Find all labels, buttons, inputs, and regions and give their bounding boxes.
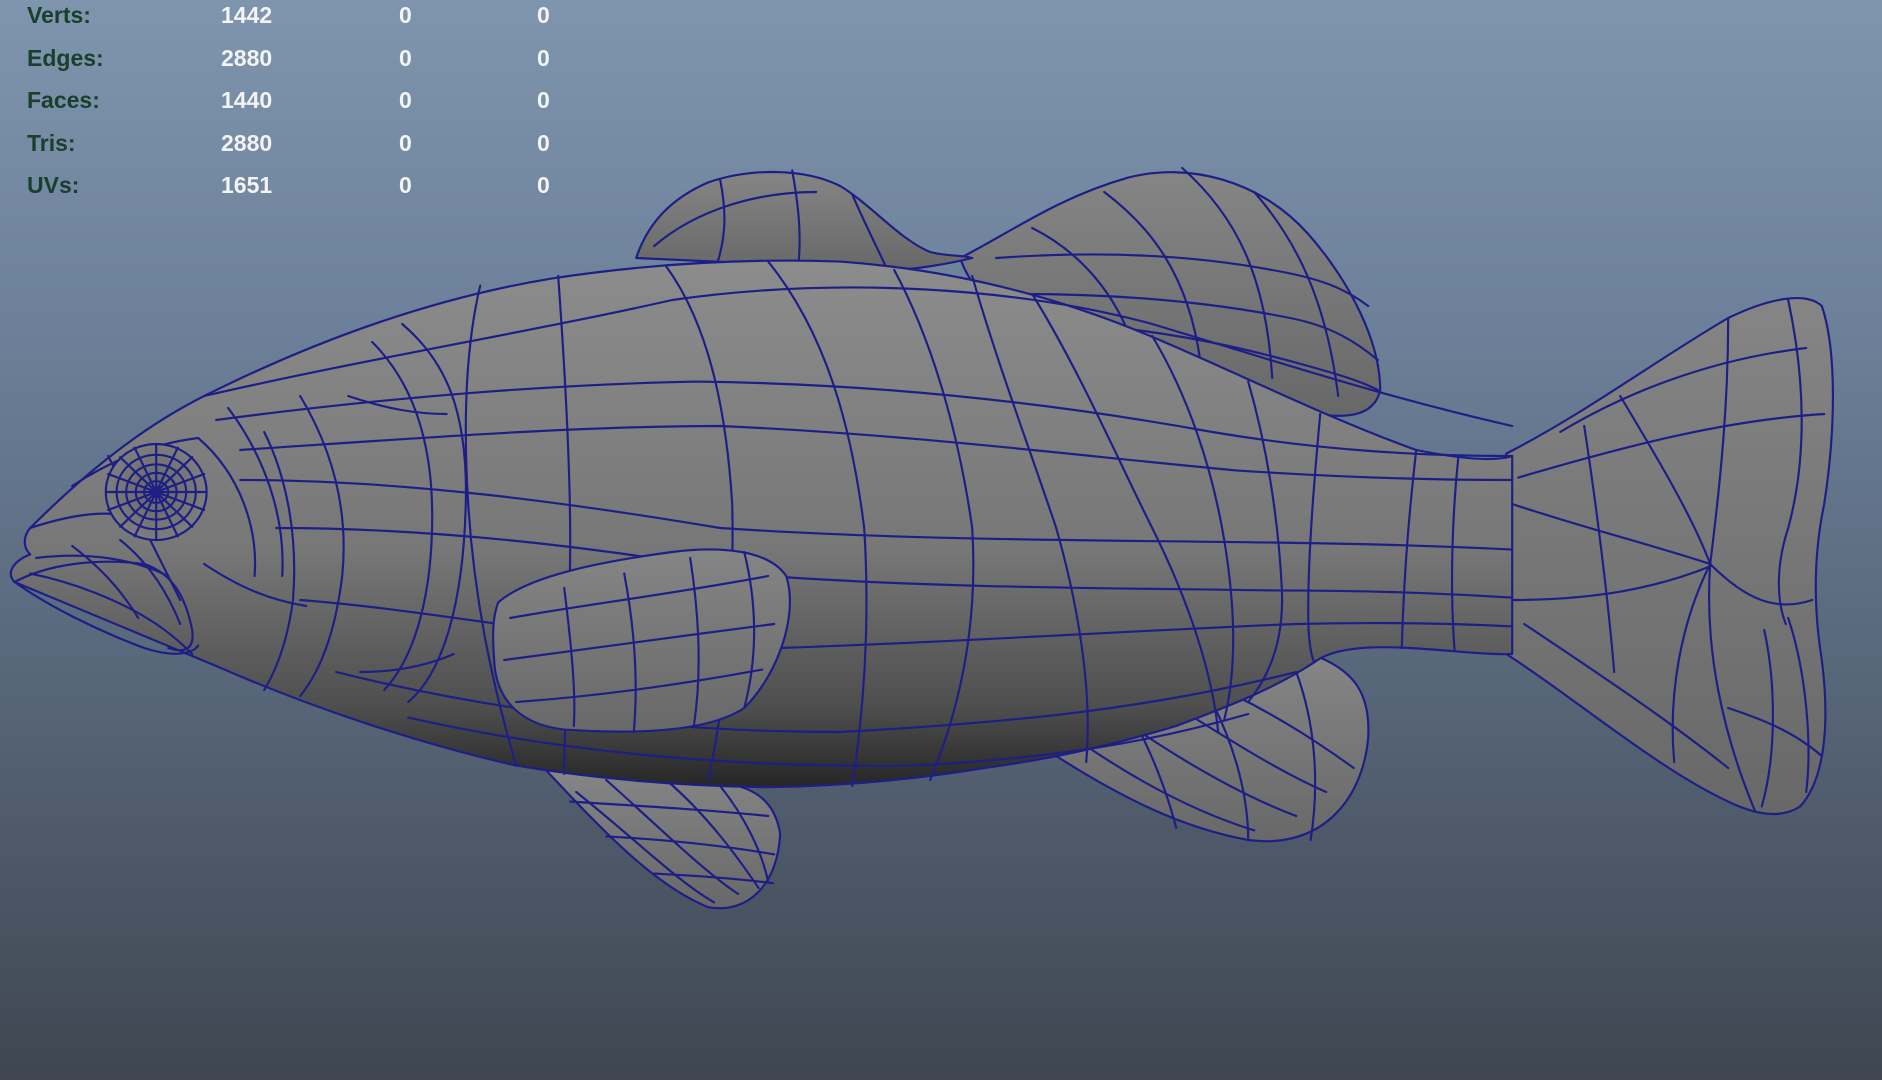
fish-mesh[interactable]	[0, 0, 1882, 1080]
hud-value: 1440	[221, 87, 273, 114]
hud-value: 0	[399, 44, 412, 71]
hud-value: 0	[537, 129, 550, 156]
hud-label: UVs:	[27, 172, 80, 199]
hud-value: 0	[537, 87, 550, 114]
hud-label: Edges:	[27, 44, 104, 71]
front-dorsal-fin	[635, 169, 974, 272]
tail-fin	[1505, 297, 1834, 816]
hud-label: Verts:	[27, 2, 91, 28]
hud-label: Faces:	[27, 87, 100, 114]
hud-value: 0	[537, 2, 550, 28]
hud-value: 0	[537, 172, 550, 199]
hud-value: 0	[399, 129, 412, 156]
fish-eye	[104, 442, 208, 542]
hud-label: Tris:	[27, 129, 76, 156]
hud-value: 1442	[221, 2, 273, 28]
hud-value: 0	[537, 44, 550, 71]
hud-value: 0	[399, 2, 412, 28]
hud-value: 0	[399, 172, 412, 199]
pelvic-fin	[545, 769, 782, 910]
hud-value: 1651	[221, 172, 273, 199]
hud-value: 2880	[221, 129, 273, 156]
3d-viewport[interactable]: Verts: 1442 0 0 Edges: 2880 0 0 Faces: 1…	[0, 0, 1882, 1080]
hud-value: 0	[399, 87, 412, 114]
hud-value: 2880	[221, 44, 273, 71]
